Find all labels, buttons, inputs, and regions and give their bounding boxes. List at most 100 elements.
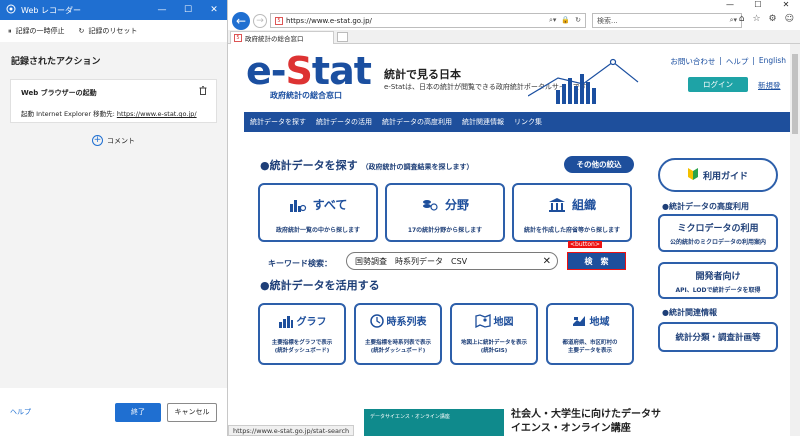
- logo-part-tat: tat: [311, 49, 372, 93]
- address-url: https://www.e-stat.go.jp/: [286, 16, 372, 25]
- developer-title: 開発者向け: [695, 272, 741, 282]
- nav-item-use[interactable]: 統計データの活用: [316, 117, 372, 127]
- developer-button[interactable]: 開発者向け API、LODで統計データを取得: [658, 262, 778, 299]
- recorder-title: Web レコーダー: [21, 5, 81, 15]
- register-link[interactable]: 新規登: [758, 80, 781, 91]
- map-button[interactable]: 地図 地図上に統計データを表示 (統計GIS): [450, 303, 538, 365]
- graph-title: グラフ: [296, 317, 327, 328]
- other-filter-button[interactable]: その他の絞込: [564, 156, 634, 173]
- action-prefix: 起動 Internet Explorer 移動先:: [21, 110, 117, 118]
- beginner-mark-icon: [687, 168, 698, 182]
- site-tagline: 統計で見る日本: [384, 68, 461, 81]
- region-icon: [572, 315, 585, 326]
- close-icon[interactable]: ✕: [201, 5, 227, 15]
- find-org-desc: 統計を作成した府省等から探します: [523, 227, 620, 234]
- cancel-button[interactable]: キャンセル: [167, 402, 217, 422]
- find-heading-note: （政府統計の調査結果を探します）: [361, 163, 474, 171]
- timeseries-desc: 主要指標を時系列表で表示 (統計ダッシュボード): [364, 340, 431, 354]
- bar-chart-decoration-icon: [528, 58, 639, 104]
- back-button[interactable]: ←: [232, 12, 250, 30]
- nav-item-find[interactable]: 統計データを探す: [250, 117, 306, 127]
- contact-link[interactable]: お問い合わせ: [670, 56, 715, 67]
- english-link[interactable]: English: [759, 56, 786, 67]
- scrollbar-thumb[interactable]: [792, 54, 798, 134]
- keyword-search-input[interactable]: 国勢調査 時系列データ CSV ✕: [346, 252, 558, 270]
- favorites-star-icon[interactable]: ☆: [752, 14, 760, 24]
- microdata-button[interactable]: ミクロデータの利用 公的統計のミクロデータの利用案内: [658, 214, 778, 252]
- browser-maximize-icon[interactable]: ☐: [744, 0, 772, 12]
- action-url-link[interactable]: https://www.e-stat.go.jp/: [117, 110, 197, 118]
- pause-label: 記録の一時停止: [15, 27, 65, 35]
- find-all-desc: 政府統計一覧の中から探します: [275, 227, 360, 234]
- use-heading: ●統計データを活用する: [260, 279, 380, 292]
- help-link[interactable]: ヘルプ: [10, 407, 31, 417]
- map-title: 地図: [493, 317, 514, 328]
- reset-recording-button[interactable]: ↻ 記録のリセット: [79, 26, 138, 36]
- vertical-scrollbar[interactable]: [790, 44, 800, 436]
- nav-item-links[interactable]: リンク集: [514, 117, 542, 127]
- find-field-title: 分野: [444, 198, 469, 212]
- new-tab-button[interactable]: [337, 32, 348, 42]
- graph-desc: 主要指標をグラフで表示 (統計ダッシュボード): [271, 340, 333, 354]
- clear-icon[interactable]: ✕: [543, 256, 557, 267]
- settings-gear-icon[interactable]: ⚙: [769, 14, 777, 24]
- find-heading: ●統計データを探す （政府統計の調査結果を探します）: [260, 157, 473, 173]
- keyword-label: キーワード検索：: [268, 259, 332, 268]
- site-favicon: 5: [275, 16, 283, 25]
- browser-search-box[interactable]: 検索... ⌕▾: [592, 13, 742, 28]
- browser-minimize-icon[interactable]: —: [716, 0, 744, 12]
- add-comment-button[interactable]: + コメント: [0, 135, 227, 146]
- classification-button[interactable]: 統計分類・調査計画等: [658, 322, 778, 352]
- pause-recording-button[interactable]: ⏸ 記録の一時停止: [8, 26, 65, 36]
- finish-button[interactable]: 終了: [115, 402, 161, 422]
- refresh-icon[interactable]: ↻: [575, 16, 581, 25]
- minimize-icon[interactable]: —: [149, 5, 175, 15]
- forward-button[interactable]: →: [253, 14, 267, 28]
- browser-close-icon[interactable]: ✕: [772, 0, 800, 12]
- keyword-value: 国勢調査 時系列データ CSV: [355, 256, 468, 266]
- recorded-actions-heading: 記録されたアクション: [11, 57, 101, 67]
- logo-part-s: S: [285, 49, 313, 93]
- browser-tab[interactable]: 5 政府統計の総合窓口: [230, 31, 334, 44]
- find-org-title: 組織: [571, 198, 596, 212]
- search-button[interactable]: 検 索: [567, 252, 626, 270]
- search-placeholder: 検索...: [597, 16, 618, 25]
- map-icon: [474, 313, 491, 328]
- find-field-desc: 17の統計分野から探します: [407, 227, 483, 234]
- delete-icon[interactable]: [199, 86, 207, 97]
- tab-title: 政府統計の総合窓口: [245, 35, 304, 43]
- action-card[interactable]: Web ブラウザーの起動 起動 Internet Explorer 移動先: h…: [10, 79, 217, 123]
- estat-logo[interactable]: e-Stat 政府統計の総合窓口: [246, 49, 372, 101]
- region-title: 地域: [589, 317, 610, 328]
- nav-item-advanced[interactable]: 統計データの高度利用: [382, 117, 452, 127]
- address-bar[interactable]: 5 https://www.e-stat.go.jp/ ⌕▾ 🔒 ↻: [270, 13, 586, 28]
- plus-circle-icon: +: [92, 135, 103, 146]
- smiley-icon[interactable]: ☺: [785, 14, 794, 24]
- promo-line-2: イエンス・オンライン講座: [511, 423, 631, 434]
- search-dropdown-icon[interactable]: ⌕▾: [549, 16, 556, 25]
- user-guide-button[interactable]: 利用ガイド: [658, 158, 778, 192]
- timeseries-title: 時系列表: [386, 317, 427, 328]
- recorded-actions-area: 記録されたアクション Web ブラウザーの起動 起動 Internet Expl…: [0, 42, 227, 388]
- web-page: e-Stat 政府統計の総合窓口 統計で見る日本 e-Statは、日本の統計が閲…: [228, 44, 790, 436]
- graph-button[interactable]: グラフ 主要指標をグラフで表示 (統計ダッシュボード): [258, 303, 346, 365]
- find-org-button[interactable]: 組織 統計を作成した府省等から探します: [512, 183, 632, 242]
- promo-text[interactable]: 社会人・大学生に向けたデータサ イエンス・オンライン講座: [511, 408, 661, 436]
- help-page-link[interactable]: ヘルプ: [726, 56, 749, 67]
- reset-label: 記録のリセット: [88, 27, 138, 35]
- web-recorder-panel: Web レコーダー — ☐ ✕ ⏸ 記録の一時停止 ↻ 記録のリセット 記録され…: [0, 0, 228, 436]
- home-icon[interactable]: ⌂: [739, 14, 745, 24]
- timeseries-button[interactable]: 時系列表 主要指標を時系列表で表示 (統計ダッシュボード): [354, 303, 442, 365]
- nav-item-related[interactable]: 統計関連情報: [462, 117, 504, 127]
- recorder-app-icon: [6, 4, 16, 16]
- promo-line-1: 社会人・大学生に向けたデータサ: [511, 409, 661, 420]
- microdata-desc: 公的統計のミクロデータの利用案内: [669, 239, 766, 246]
- region-button[interactable]: 地域 都道府県、市区町村の 主要データを表示: [546, 303, 634, 365]
- online-course-banner[interactable]: データサイエンス・オンライン講座: [364, 409, 504, 436]
- pause-icon: ⏸: [8, 26, 12, 35]
- find-all-button[interactable]: すべて 政府統計一覧の中から探します: [258, 183, 378, 242]
- lock-icon: 🔒: [561, 16, 571, 24]
- login-button[interactable]: ログイン: [688, 77, 748, 92]
- find-field-button[interactable]: 分野 17の統計分野から探します: [385, 183, 505, 242]
- maximize-icon[interactable]: ☐: [175, 5, 201, 15]
